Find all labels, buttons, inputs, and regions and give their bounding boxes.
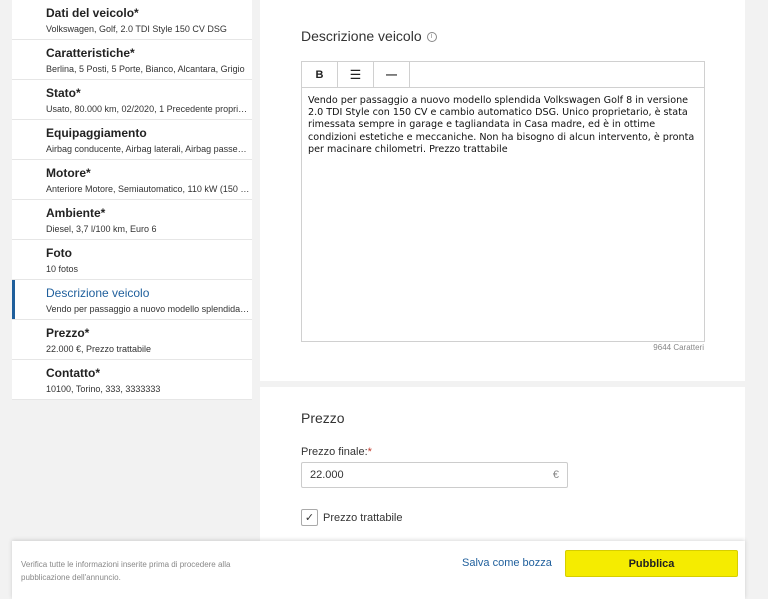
- sidebar-item-title: Dati del veicolo*: [46, 6, 139, 20]
- price-value: 22.000: [310, 469, 344, 481]
- sidebar-item-subtitle: Berlina, 5 Posti, 5 Porte, Bianco, Alcan…: [46, 64, 245, 74]
- character-count: 9644 Caratteri: [653, 343, 704, 352]
- sidebar-item-contatto[interactable]: Contatto* 10100, Torino, 333, 3333333: [12, 360, 252, 400]
- list-icon[interactable]: ☰: [338, 62, 374, 88]
- sidebar-item-title: Motore*: [46, 166, 91, 180]
- sidebar-item-subtitle: Vendo per passaggio a nuovo modello sple…: [46, 304, 251, 314]
- price-input[interactable]: 22.000 €: [301, 462, 568, 488]
- horizontal-rule-icon[interactable]: —: [374, 62, 410, 88]
- sidebar-nav: Dati del veicolo* Volkswagen, Golf, 2.0 …: [12, 0, 252, 400]
- action-footer: Verifica tutte le informazioni inserite …: [12, 541, 745, 599]
- sidebar-item-subtitle: Volkswagen, Golf, 2.0 TDI Style 150 CV D…: [46, 24, 227, 34]
- required-mark: *: [367, 446, 372, 458]
- sidebar-item-subtitle: Usato, 80.000 km, 02/2020, 1 Precedente …: [46, 104, 251, 114]
- sidebar-item-equipaggiamento[interactable]: Equipaggiamento Airbag conducente, Airba…: [12, 120, 252, 160]
- sidebar-item-title: Ambiente*: [46, 206, 106, 220]
- info-icon[interactable]: i: [426, 32, 437, 43]
- euro-icon: €: [552, 469, 559, 481]
- publish-notice: Verifica tutte le informazioni inserite …: [21, 560, 231, 582]
- main-panel: Descrizione veicolo i B ☰ — Vendo per pas…: [260, 0, 745, 599]
- sidebar-item-foto[interactable]: Foto 10 fotos: [12, 240, 252, 280]
- price-title: Prezzo: [301, 410, 345, 426]
- sidebar-item-subtitle: 10 fotos: [46, 264, 79, 274]
- sidebar-item-dati-veicolo[interactable]: Dati del veicolo* Volkswagen, Golf, 2.0 …: [12, 0, 252, 40]
- sidebar-item-title: Equipaggiamento: [46, 126, 147, 140]
- sidebar-item-title: Stato*: [46, 86, 81, 100]
- sidebar-item-motore[interactable]: Motore* Anteriore Motore, Semiautomatico…: [12, 160, 252, 200]
- price-field-label: Prezzo finale:*: [301, 446, 372, 458]
- price-field-label-text: Prezzo finale:: [301, 446, 368, 458]
- editor-toolbar: B ☰ —: [302, 62, 704, 88]
- sidebar-item-caratteristiche[interactable]: Caratteristiche* Berlina, 5 Posti, 5 Por…: [12, 40, 252, 80]
- negotiable-checkbox[interactable]: ✓: [301, 509, 318, 526]
- sidebar-item-subtitle: 10100, Torino, 333, 3333333: [46, 384, 161, 394]
- sidebar-item-title: Contatto*: [46, 366, 100, 380]
- save-draft-link[interactable]: Salva come bozza: [462, 557, 552, 569]
- negotiable-label: Prezzo trattabile: [323, 511, 403, 524]
- sidebar-item-ambiente[interactable]: Ambiente* Diesel, 3,7 l/100 km, Euro 6: [12, 200, 252, 240]
- sidebar-item-prezzo[interactable]: Prezzo* 22.000 €, Prezzo trattabile: [12, 320, 252, 360]
- sidebar-item-title: Foto: [46, 246, 72, 260]
- sidebar-item-title: Descrizione veicolo: [46, 286, 150, 300]
- publish-button[interactable]: Pubblica: [565, 550, 738, 577]
- sidebar-item-descrizione[interactable]: Descrizione veicolo Vendo per passaggio …: [12, 280, 252, 320]
- bold-button[interactable]: B: [302, 62, 338, 88]
- sidebar-item-title: Prezzo*: [46, 326, 90, 340]
- description-title: Descrizione veicolo i: [301, 28, 437, 44]
- description-title-text: Descrizione veicolo: [301, 28, 422, 44]
- sidebar-item-subtitle: Anteriore Motore, Semiautomatico, 110 kW…: [46, 184, 251, 194]
- section-divider: [260, 381, 745, 387]
- sidebar-item-title: Caratteristiche*: [46, 46, 135, 60]
- negotiable-option[interactable]: ✓ Prezzo trattabile: [301, 509, 402, 526]
- description-textarea[interactable]: Vendo per passaggio a nuovo modello sple…: [302, 88, 704, 163]
- sidebar-item-subtitle: Airbag conducente, Airbag laterali, Airb…: [46, 144, 251, 154]
- sidebar-item-stato[interactable]: Stato* Usato, 80.000 km, 02/2020, 1 Prec…: [12, 80, 252, 120]
- sidebar-item-subtitle: 22.000 €, Prezzo trattabile: [46, 344, 152, 354]
- sidebar-item-subtitle: Diesel, 3,7 l/100 km, Euro 6: [46, 224, 157, 234]
- description-editor: B ☰ — Vendo per passaggio a nuovo modell…: [301, 61, 705, 342]
